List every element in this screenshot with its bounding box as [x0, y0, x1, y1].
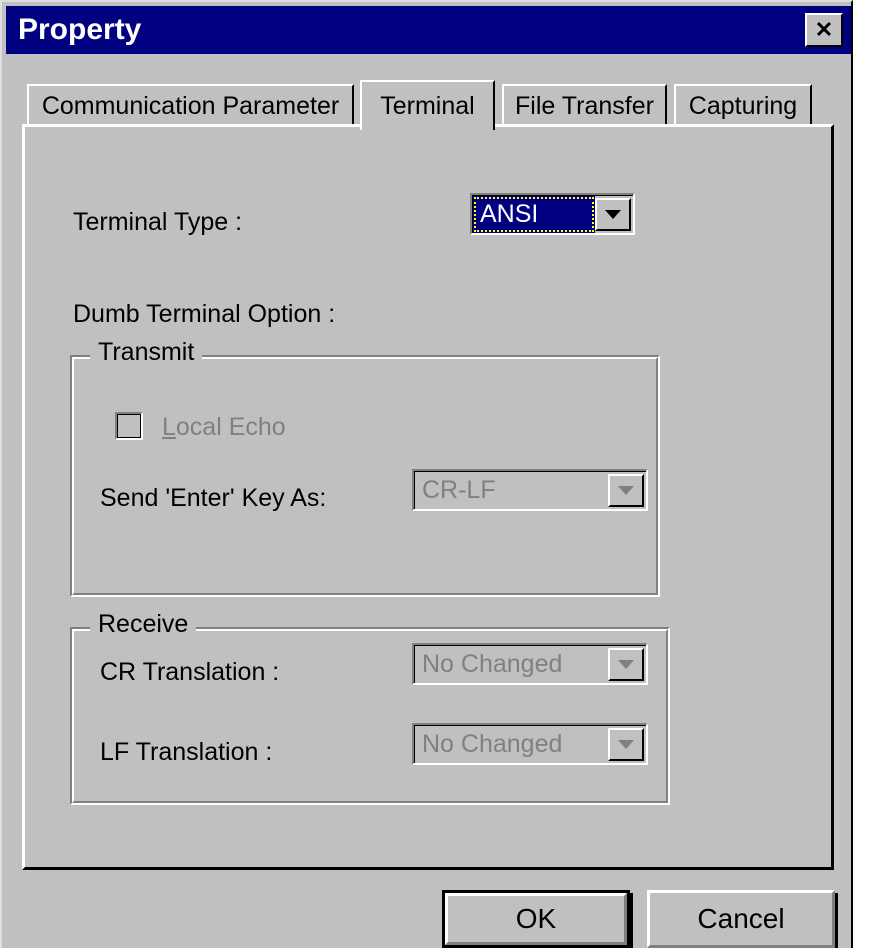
terminal-type-combobox[interactable]: ANSI: [470, 193, 635, 235]
tab-label: Communication Parameter: [41, 91, 340, 120]
cr-translation-value[interactable]: No Changed: [415, 646, 608, 683]
chevron-down-glyph: [618, 740, 634, 749]
close-icon[interactable]: ✕: [805, 13, 843, 47]
chevron-down-icon[interactable]: [608, 728, 644, 761]
receive-groupbox: Receive CR Translation : No Changed LF T…: [70, 612, 670, 805]
chevron-down-icon[interactable]: [595, 198, 631, 231]
lf-translation-combo-inner: No Changed: [414, 725, 646, 763]
send-enter-key-combo-inner: CR-LF: [414, 471, 646, 509]
send-enter-key-combobox[interactable]: CR-LF: [412, 469, 648, 511]
send-enter-key-value[interactable]: CR-LF: [415, 472, 608, 509]
tab-terminal[interactable]: Terminal: [360, 80, 495, 130]
chevron-down-icon[interactable]: [608, 648, 644, 681]
cr-translation-label: CR Translation :: [100, 658, 280, 686]
terminal-tab-panel: Terminal Type : ANSI Dumb Terminal Optio…: [22, 124, 834, 870]
title-bar[interactable]: Property ✕: [6, 6, 851, 54]
lf-translation-label: LF Translation :: [100, 738, 273, 766]
dumb-terminal-option-label: Dumb Terminal Option :: [73, 300, 336, 328]
cr-translation-combobox[interactable]: No Changed: [412, 643, 648, 685]
close-x-glyph: ✕: [814, 17, 834, 42]
chevron-down-icon[interactable]: [608, 474, 644, 507]
terminal-type-value[interactable]: ANSI: [473, 196, 595, 233]
lf-translation-combobox[interactable]: No Changed: [412, 723, 648, 765]
cancel-button[interactable]: Cancel: [647, 890, 835, 948]
checkbox-box: [117, 414, 141, 438]
chevron-down-glyph: [618, 486, 634, 495]
cancel-button-label: Cancel: [697, 903, 785, 934]
tab-label: Terminal: [380, 91, 475, 120]
tab-communication-parameter[interactable]: Communication Parameter: [27, 84, 354, 126]
local-echo-label-rest: ocal Echo: [175, 413, 286, 441]
ok-button-label: OK: [515, 903, 557, 934]
chevron-down-glyph: [618, 660, 634, 669]
terminal-type-label: Terminal Type :: [73, 208, 243, 236]
transmit-groupbox: Transmit Local Echo Send 'Enter' Key As:…: [70, 340, 660, 597]
lf-translation-value[interactable]: No Changed: [415, 726, 608, 763]
local-echo-label: Local Echo: [162, 413, 286, 441]
local-echo-checkbox[interactable]: [115, 412, 143, 440]
tab-file-transfer[interactable]: File Transfer: [502, 84, 667, 126]
ok-button-face: OK: [445, 893, 627, 945]
chevron-down-glyph: [605, 210, 621, 219]
right-gutter: [853, 0, 874, 948]
tab-label: Capturing: [688, 91, 798, 120]
tab-strip: Communication Parameter Terminal File Tr…: [27, 80, 827, 130]
transmit-group-title: Transmit: [90, 340, 203, 365]
ok-button[interactable]: OK: [442, 890, 630, 948]
window-title: Property: [18, 13, 142, 46]
terminal-type-combo-inner: ANSI: [472, 195, 633, 233]
receive-group-title: Receive: [90, 612, 197, 637]
cr-translation-combo-inner: No Changed: [414, 645, 646, 683]
tab-capturing[interactable]: Capturing: [674, 84, 812, 126]
property-dialog-window: Property ✕ Communication Parameter Termi…: [0, 0, 853, 948]
send-enter-key-label: Send 'Enter' Key As:: [100, 484, 327, 512]
tab-label: File Transfer: [515, 91, 654, 120]
